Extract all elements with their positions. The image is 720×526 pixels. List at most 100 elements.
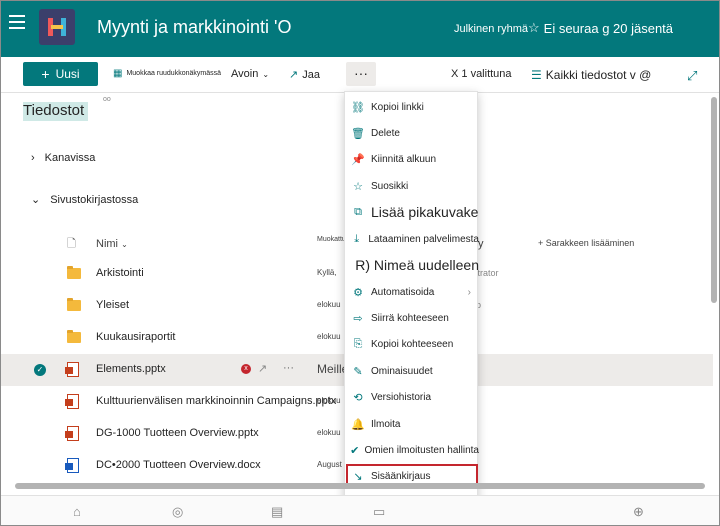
trash-icon: 🗑 (351, 127, 365, 140)
add-column-button[interactable]: + Sarakkeen lisääminen (538, 238, 634, 248)
file-name[interactable]: Kuukausiraportit (96, 331, 176, 343)
menu-item-pin[interactable]: 📌 Kiinnitä alkuun (345, 146, 479, 172)
menu-item-shortcut[interactable]: ⧉ Lisää pikakuvake (345, 199, 479, 225)
copy-icon: ⎘ (353, 337, 363, 350)
site-title[interactable]: Myynti ja markkinointi 'O (97, 17, 291, 38)
automate-icon: ⚙ (353, 286, 363, 299)
word-file-icon (65, 458, 79, 473)
group-label: Sivustokirjastossa (50, 193, 139, 206)
edit-grid-label: Muokkaa ruudukkonäkymässä (126, 70, 222, 77)
powerpoint-file-icon (65, 362, 79, 377)
follow-button[interactable]: ☆ Ei seuraa g 20 jäsentä (528, 20, 673, 36)
error-badge-icon: x (241, 364, 251, 374)
menu-item-label: Kopioi linkki (371, 101, 424, 113)
menu-item-manage-alerts[interactable]: ✔ Omien ilmoitusten hallinta (345, 437, 479, 463)
menu-item-automate[interactable]: ⚙ Automatisoida › (345, 279, 479, 305)
file-type-header-icon[interactable]: 🗋 (67, 235, 76, 254)
file-name[interactable]: Yleiset (96, 299, 129, 311)
bottom-navigation: ⌂ ◎ ▤ ▭ ⊕ (1, 495, 719, 525)
menu-item-label: Lataaminen palvelimesta (368, 233, 479, 245)
menu-item-trash[interactable]: 🗑 Delete (345, 120, 479, 146)
share-label: Jaa (302, 68, 320, 81)
group-header-site-library[interactable]: ⌄ Sivustokirjastossa (31, 193, 139, 207)
new-button-label: Uusi (55, 67, 80, 81)
vertical-scrollbar[interactable] (711, 97, 717, 303)
checkmark-icon[interactable]: ✓ (34, 364, 46, 376)
home-icon[interactable]: ⌂ (73, 504, 81, 519)
follow-label: Ei seuraa g 20 jäsentä (543, 20, 674, 36)
file-name[interactable]: Kulttuurienvälisen markkinoinnin Campaig… (96, 395, 336, 407)
menu-item-label: Kopioi kohteeseen (371, 338, 454, 350)
folder-icon (67, 330, 81, 343)
modified-value: elokuu (317, 428, 341, 437)
file-name[interactable]: Arkistointi (96, 267, 144, 279)
menu-item-label: Ilmoita (371, 418, 401, 430)
menu-item-star[interactable]: ☆ Suosikki (345, 173, 479, 199)
hamburger-menu-icon[interactable] (9, 15, 25, 29)
expand-icon[interactable]: ⤢ (687, 68, 697, 84)
share-row-icon[interactable]: ↗ (258, 362, 267, 375)
menu-item-label: Delete (371, 127, 400, 139)
modified-value: Kyllä, (317, 268, 337, 277)
open-button[interactable]: Avoin ⌄ (231, 68, 269, 80)
page-title: Tiedostot oo (23, 96, 111, 121)
share-icon: ↗ (289, 69, 299, 81)
menu-item-label: Lisää pikakuvake (371, 204, 479, 220)
group-header-channels[interactable]: › Kanavissa (31, 152, 95, 164)
star-icon: ☆ (528, 20, 540, 35)
menu-item-bell[interactable]: 🔔 Ilmoita (345, 411, 479, 437)
chevron-down-icon: ⌄ (31, 194, 41, 206)
column-header-name[interactable]: Nimi ⌄ (96, 238, 128, 250)
menu-item-history[interactable]: ⟲ Versiohistoria (345, 384, 479, 410)
file-name[interactable]: DC•2000 Tuotteen Overview.docx (96, 459, 261, 471)
menu-item-download[interactable]: ⤓ Lataaminen palvelimesta (345, 226, 479, 252)
view-switcher[interactable]: ☰ Kaikki tiedostot v @ (531, 68, 651, 82)
menu-item-copy[interactable]: ⎘ Kopioi kohteeseen (345, 331, 479, 357)
news-icon[interactable]: ▤ (271, 504, 283, 520)
menu-item-move[interactable]: ⇨ Siirrä kohteeseen (345, 305, 479, 331)
site-header: Myynti ja markkinointi 'O Julkinen ryhmä… (1, 1, 719, 57)
menu-item-label: Suosikki (371, 180, 409, 192)
chevron-right-icon: › (467, 286, 471, 298)
pin-icon: 📌 (351, 153, 365, 166)
add-icon[interactable]: ⊕ (633, 504, 644, 520)
modified-value: August (317, 460, 342, 469)
title-badge: oo (103, 96, 111, 103)
menu-item-link[interactable]: ⛓ Kopioi linkki (345, 94, 479, 120)
horizontal-scrollbar[interactable] (15, 483, 705, 489)
history-icon: ⟲ (353, 391, 363, 404)
star-icon: ☆ (353, 180, 363, 193)
file-name[interactable]: Elements.pptx (96, 363, 166, 375)
context-menu: ⛓ Kopioi linkki 🗑 Delete 📌 Kiinnitä alkuun ☆ Su… (344, 91, 479, 515)
column-header-modified[interactable]: Muokattu (317, 236, 346, 243)
modified-value: elokuu (317, 396, 341, 405)
menu-item-rename[interactable]: R) Nimeä uudelleen (345, 252, 479, 278)
shortcut-icon: ⧉ (354, 205, 362, 218)
files-icon[interactable]: ▭ (373, 504, 385, 520)
file-name[interactable]: DG-1000 Tuotteen Overview.pptx (96, 427, 259, 439)
new-button[interactable]: + Uusi (23, 62, 98, 86)
menu-item-properties[interactable]: ✎ Ominaisuudet (345, 358, 479, 384)
more-options-button[interactable]: ··· (346, 62, 376, 86)
share-button[interactable]: ↗ Jaa (289, 68, 320, 82)
properties-icon: ✎ (353, 365, 363, 378)
globe-icon[interactable]: ◎ (172, 504, 183, 520)
menu-item-label: Siirrä kohteeseen (371, 312, 449, 324)
bell-icon: 🔔 (351, 418, 365, 431)
command-bar: + Uusi ▦ Muokkaa ruudukkonäkymässä Avoin… (1, 57, 719, 93)
folder-icon (67, 266, 81, 279)
app-window: Myynti ja markkinointi 'O Julkinen ryhmä… (0, 0, 720, 526)
selection-count[interactable]: X 1 valittuna (451, 68, 512, 80)
menu-item-label: Omien ilmoitusten hallinta (364, 444, 480, 456)
menu-item-label: R) Nimeä uudelleen (355, 257, 479, 273)
edit-grid-view-button[interactable]: ▦ Muokkaa ruudukkonäkymässä (113, 68, 221, 79)
page-title-text: Tiedostot (23, 102, 85, 119)
row-more-icon[interactable]: ··· (283, 362, 294, 374)
modified-value: elokuu (317, 332, 341, 341)
plus-icon: + (41, 66, 50, 82)
menu-item-label: Versiohistoria (371, 391, 432, 403)
grid-icon: ▦ (113, 68, 123, 79)
site-logo[interactable] (39, 9, 75, 45)
chevron-right-icon: › (31, 152, 35, 164)
open-label: Avoin (231, 68, 259, 80)
